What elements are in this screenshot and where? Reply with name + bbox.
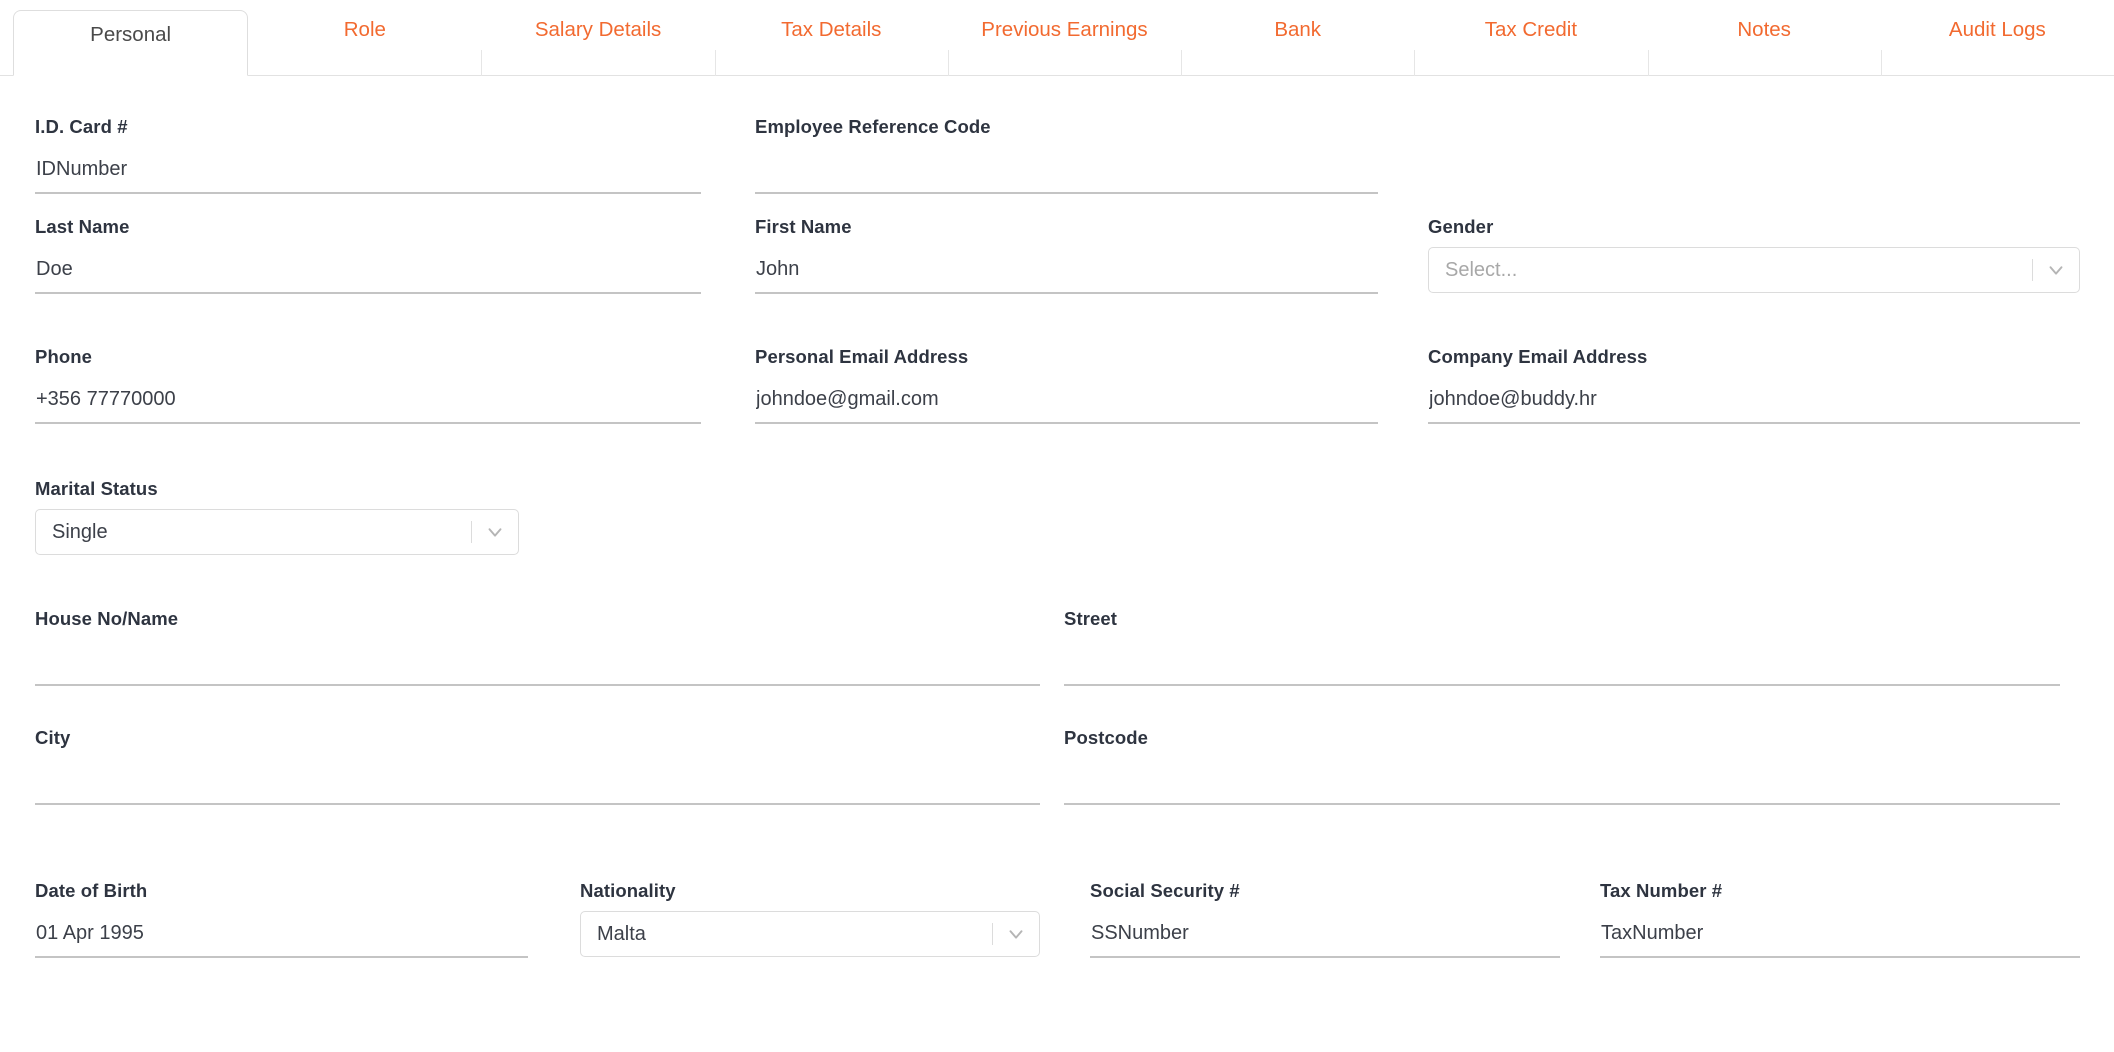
- field-label: Tax Number #: [1600, 880, 1723, 901]
- field-social-security: Social Security #: [1090, 880, 1560, 958]
- field-label: Date of Birth: [35, 880, 148, 901]
- form-row-address-line2: City Postcode: [0, 717, 2114, 872]
- marital-status-select-value: Single: [52, 520, 108, 543]
- gender-select-value: Select...: [1445, 258, 1518, 281]
- field-phone: Phone: [35, 346, 701, 424]
- form-row-contact: Phone Personal Email Address Company Ema…: [0, 338, 2114, 470]
- field-gender: Gender Select...: [1428, 216, 2080, 293]
- form-row-identification: Date of Birth Nationality Malta Social S…: [0, 872, 2114, 992]
- tab-label: Personal: [90, 23, 172, 46]
- chevron-down-icon[interactable]: [472, 521, 518, 543]
- gender-select[interactable]: Select...: [1428, 247, 2080, 293]
- tab-personal[interactable]: Personal: [13, 10, 249, 76]
- field-label: I.D. Card #: [35, 116, 128, 137]
- chevron-down-icon[interactable]: [993, 923, 1039, 945]
- field-tax-number: Tax Number #: [1600, 880, 2080, 958]
- nationality-select-value: Malta: [597, 922, 646, 945]
- tab-audit-logs[interactable]: Audit Logs: [1880, 0, 2114, 76]
- field-company-email: Company Email Address: [1428, 346, 2080, 424]
- field-employee-reference-code: Employee Reference Code: [755, 116, 1378, 194]
- tab-label: Audit Logs: [1948, 18, 2046, 41]
- field-last-name: Last Name: [35, 216, 701, 294]
- field-label: Marital Status: [35, 478, 158, 499]
- tab-label: Tax Details: [781, 18, 882, 41]
- field-label: Postcode: [1064, 727, 1149, 748]
- nationality-select[interactable]: Malta: [580, 911, 1040, 957]
- tab-label: Tax Credit: [1484, 18, 1578, 41]
- tab-previous-earnings[interactable]: Previous Earnings: [947, 0, 1181, 76]
- date-of-birth-input[interactable]: [35, 918, 528, 958]
- tab-bar: Personal Role Salary Details Tax Details…: [0, 0, 2114, 76]
- tax-number-input[interactable]: [1600, 918, 2080, 958]
- field-marital-status: Marital Status Single: [35, 478, 519, 555]
- field-nationality: Nationality Malta: [580, 880, 1040, 957]
- field-label: City: [35, 727, 71, 748]
- phone-input[interactable]: [35, 384, 701, 424]
- form-row-marital-status: Marital Status Single: [0, 470, 2114, 598]
- tab-label: Salary Details: [534, 18, 662, 41]
- field-id-card: I.D. Card #: [35, 116, 701, 194]
- tab-role[interactable]: Role: [248, 0, 481, 76]
- personal-email-input[interactable]: [755, 384, 1378, 424]
- house-no-name-input[interactable]: [35, 646, 1040, 686]
- id-card-input[interactable]: [35, 154, 701, 194]
- field-label: First Name: [755, 216, 852, 237]
- postcode-input[interactable]: [1064, 765, 2060, 805]
- field-label: House No/Name: [35, 608, 179, 629]
- tab-notes[interactable]: Notes: [1647, 0, 1881, 76]
- personal-details-form: I.D. Card # Employee Reference Code Last…: [0, 76, 2114, 992]
- field-date-of-birth: Date of Birth: [35, 880, 528, 958]
- form-row-address-line1: House No/Name Street: [0, 598, 2114, 717]
- company-email-input[interactable]: [1428, 384, 2080, 424]
- field-label: Phone: [35, 346, 93, 367]
- employee-reference-code-input[interactable]: [755, 154, 1378, 194]
- last-name-input[interactable]: [35, 254, 701, 294]
- field-city: City: [35, 727, 1040, 805]
- city-input[interactable]: [35, 765, 1040, 805]
- field-label: Nationality: [580, 880, 676, 901]
- field-label: Personal Email Address: [755, 346, 969, 367]
- tab-label: Previous Earnings: [981, 18, 1148, 41]
- tab-tax-details[interactable]: Tax Details: [714, 0, 948, 76]
- tab-tax-credit[interactable]: Tax Credit: [1414, 0, 1647, 76]
- field-house-no-name: House No/Name: [35, 608, 1040, 686]
- field-label: Last Name: [35, 216, 130, 237]
- form-row-identity: I.D. Card # Employee Reference Code: [0, 76, 2114, 206]
- field-label: Gender: [1428, 216, 1494, 237]
- street-input[interactable]: [1064, 646, 2060, 686]
- chevron-down-icon[interactable]: [2033, 259, 2079, 281]
- social-security-input[interactable]: [1090, 918, 1560, 958]
- form-row-name: Last Name First Name Gender Select...: [0, 206, 2114, 338]
- tab-bank[interactable]: Bank: [1181, 0, 1414, 76]
- tab-salary-details[interactable]: Salary Details: [481, 0, 714, 76]
- tab-label: Role: [343, 18, 386, 41]
- field-label: Employee Reference Code: [755, 116, 991, 137]
- field-postcode: Postcode: [1064, 727, 2060, 805]
- first-name-input[interactable]: [755, 254, 1378, 294]
- field-label: Company Email Address: [1428, 346, 1648, 367]
- field-personal-email: Personal Email Address: [755, 346, 1378, 424]
- field-street: Street: [1064, 608, 2060, 686]
- tab-label: Bank: [1274, 18, 1322, 41]
- marital-status-select[interactable]: Single: [35, 509, 519, 555]
- tab-label: Notes: [1737, 18, 1791, 41]
- field-label: Street: [1064, 608, 1118, 629]
- field-first-name: First Name: [755, 216, 1378, 294]
- field-label: Social Security #: [1090, 880, 1240, 901]
